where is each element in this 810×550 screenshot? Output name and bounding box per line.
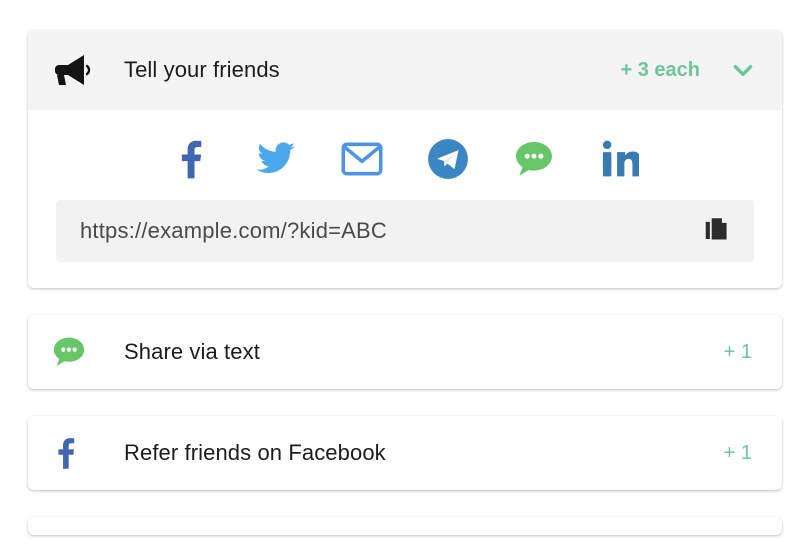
- task-label: Share via text: [124, 339, 724, 365]
- page-title: Tell your friends: [124, 57, 620, 83]
- facebook-icon: [52, 436, 98, 470]
- referral-link-field[interactable]: https://example.com/?kid=ABC: [56, 200, 754, 262]
- task-row-refer-friends-on-facebook[interactable]: Refer friends on Facebook + 1: [28, 416, 782, 490]
- task-row-next-partial[interactable]: [28, 517, 782, 535]
- tell-your-friends-header[interactable]: Tell your friends + 3 each: [28, 30, 782, 110]
- social-share-row: [28, 128, 782, 190]
- share-card-body: https://example.com/?kid=ABC: [28, 110, 782, 288]
- copy-icon[interactable]: [702, 216, 732, 246]
- task-row-share-via-text[interactable]: Share via text + 1: [28, 315, 782, 389]
- facebook-share-icon[interactable]: [168, 137, 212, 181]
- email-share-icon[interactable]: [340, 137, 384, 181]
- referral-link-url: https://example.com/?kid=ABC: [80, 218, 702, 244]
- referral-share-screen: Tell your friends + 3 each: [0, 0, 810, 550]
- megaphone-icon: [52, 53, 98, 87]
- linkedin-share-icon[interactable]: [598, 137, 642, 181]
- twitter-share-icon[interactable]: [254, 137, 298, 181]
- sms-bubble-icon: [52, 336, 98, 368]
- task-points-badge: + 1: [724, 341, 752, 364]
- telegram-share-icon[interactable]: [426, 137, 470, 181]
- task-points-badge: + 1: [724, 442, 752, 465]
- share-points-badge: + 3 each: [620, 59, 700, 82]
- sms-share-icon[interactable]: [512, 137, 556, 181]
- chevron-down-icon[interactable]: [730, 57, 756, 83]
- tell-your-friends-card: Tell your friends + 3 each: [28, 30, 782, 288]
- task-label: Refer friends on Facebook: [124, 440, 724, 466]
